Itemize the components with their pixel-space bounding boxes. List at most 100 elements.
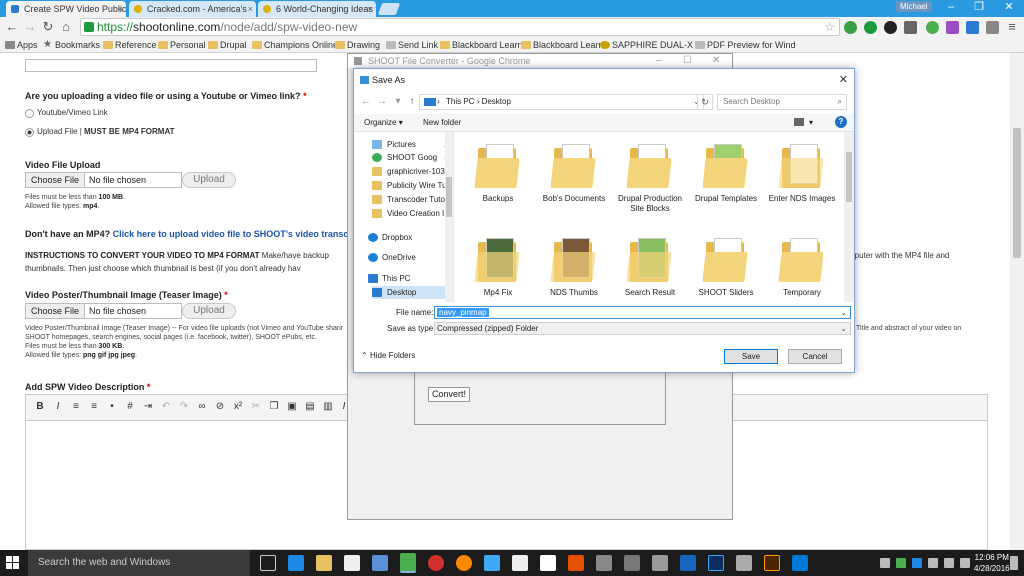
tab-close-icon[interactable]: × — [248, 1, 253, 17]
restore-icon[interactable]: ❐ — [964, 0, 994, 17]
address-path[interactable]: › This PC › Desktop ⌄ — [419, 94, 704, 110]
folder-backups[interactable]: Backups — [463, 144, 533, 204]
new-folder-button[interactable]: New folder — [423, 114, 461, 132]
italic-icon[interactable]: I — [52, 401, 64, 413]
indent-icon[interactable]: ⇥ — [142, 401, 154, 413]
file-explorer-icon[interactable] — [316, 555, 332, 571]
scrollbar-thumb[interactable] — [846, 152, 852, 202]
app-icon[interactable] — [736, 555, 752, 571]
undo-icon[interactable]: ↶ — [160, 401, 172, 413]
bookmark-blackboard-1[interactable]: Blackboard Learn — [440, 37, 523, 53]
minimize-icon[interactable]: – — [656, 54, 662, 68]
maximize-icon[interactable]: ☐ — [683, 54, 692, 68]
tab-create-spw-video[interactable]: Create SPW Video Publicit × — [6, 1, 126, 17]
app-icon[interactable] — [624, 555, 640, 571]
close-icon[interactable]: ✕ — [712, 54, 720, 68]
search-desktop-input[interactable]: Search Desktop ⌕ — [717, 94, 847, 110]
paste-text-icon[interactable]: ▤ — [304, 401, 316, 413]
notifications-icon[interactable] — [1010, 556, 1018, 570]
task-view-icon[interactable] — [260, 555, 276, 571]
app-icon[interactable] — [568, 555, 584, 571]
poster-file-input[interactable]: Choose File No file chosen — [25, 303, 182, 319]
nav-pictures[interactable]: Pictures📌 — [372, 138, 453, 151]
app-icon[interactable] — [596, 555, 612, 571]
network-icon[interactable] — [928, 558, 938, 568]
window-close-icon[interactable]: ✕ — [994, 0, 1024, 17]
extension-icon[interactable] — [926, 21, 939, 34]
transcoder-link[interactable]: Click here to upload video file to SHOOT… — [113, 229, 360, 239]
unlink-icon[interactable]: ⊘ — [214, 401, 226, 413]
store-icon[interactable] — [344, 555, 360, 571]
title-input[interactable] — [25, 59, 317, 72]
organize-button[interactable]: Organize ▾ — [364, 114, 403, 132]
photoshop-icon[interactable] — [708, 555, 724, 571]
folder-drupal-templates[interactable]: Drupal Templates — [691, 144, 761, 204]
tray-icon[interactable] — [896, 558, 906, 568]
app-icon[interactable] — [680, 555, 696, 571]
folder-bobs-documents[interactable]: Bob's Documents — [539, 144, 609, 204]
taskbar-clock[interactable]: 12:06 PM 4/28/2016 — [974, 552, 1010, 574]
back-icon[interactable]: ← — [4, 19, 20, 35]
nav-scrollbar[interactable] — [445, 132, 453, 302]
nav-this-pc[interactable]: This PC — [354, 272, 436, 285]
bookmark-bookmarks[interactable]: ★ Bookmarks — [43, 37, 100, 53]
folder-mp4-fix[interactable]: Mp4 Fix — [463, 238, 533, 298]
cancel-button[interactable]: Cancel — [788, 349, 842, 364]
forward-icon[interactable]: → — [22, 19, 38, 35]
breadcrumb-this-pc[interactable]: This PC — [446, 97, 474, 106]
view-dropdown-icon[interactable]: ▾ — [809, 114, 813, 132]
address-bar[interactable]: https://shootonline.com/node/add/spw-vid… — [80, 18, 840, 36]
tab-world-changing-ideas[interactable]: 6 World-Changing Ideas t × — [258, 1, 376, 17]
refresh-icon[interactable]: ↻ — [697, 94, 713, 110]
scrollbar-thumb[interactable] — [1013, 128, 1021, 258]
scrollbar-thumb[interactable] — [446, 177, 452, 217]
link-icon[interactable]: ∞ — [196, 401, 208, 413]
home-icon[interactable]: ⌂ — [58, 19, 74, 35]
menu-icon[interactable]: ≡ — [1004, 19, 1020, 35]
app-icon[interactable] — [792, 555, 808, 571]
app-icon[interactable] — [512, 555, 528, 571]
illustrator-icon[interactable] — [764, 555, 780, 571]
windows-start-icon[interactable] — [6, 556, 20, 570]
bookmark-folder-personal[interactable]: Personal — [158, 37, 206, 53]
app-icon[interactable] — [540, 555, 556, 571]
hide-folders-button[interactable]: ⌃ Hide Folders — [361, 351, 415, 360]
bookmark-apps[interactable]: Apps — [5, 37, 38, 53]
chrome-taskbar-icon[interactable] — [400, 553, 416, 573]
opera-icon[interactable] — [428, 555, 444, 571]
folder-nds-thumbs[interactable]: NDS Thumbs — [539, 238, 609, 298]
numbered-list-icon[interactable]: # — [124, 401, 136, 413]
tab-close-icon[interactable]: × — [368, 1, 373, 17]
file-list-scrollbar[interactable] — [844, 132, 854, 302]
extension-icon[interactable] — [986, 21, 999, 34]
tab-cracked[interactable]: Cracked.com - America's × — [129, 1, 256, 17]
radio-upload-file[interactable]: Upload File | MUST BE MP4 FORMAT — [25, 127, 175, 137]
breadcrumb-desktop[interactable]: Desktop — [482, 97, 511, 106]
convert-button[interactable]: Convert! — [428, 387, 470, 402]
bookmark-folder-drupal[interactable]: Drupal — [208, 37, 247, 53]
folder-search-result[interactable]: Search Result — [615, 238, 685, 298]
cast-icon[interactable] — [904, 21, 917, 34]
extension-icon[interactable] — [864, 21, 877, 34]
bookmark-sapphire[interactable]: SAPPHIRE DUAL-X 10 — [600, 37, 706, 53]
bookmark-pdf-preview[interactable]: PDF Preview for Wind — [695, 37, 796, 53]
keyboard-icon[interactable] — [960, 558, 970, 568]
nav-dropbox[interactable]: Dropbox — [354, 231, 436, 244]
bookmark-blackboard-2[interactable]: Blackboard Learn — [521, 37, 604, 53]
chevron-down-icon[interactable]: ⌄ — [840, 307, 847, 318]
bold-icon[interactable]: B — [34, 401, 46, 413]
nav-publicity-wire[interactable]: Publicity Wire Tu — [372, 179, 453, 192]
redo-icon[interactable]: ↷ — [178, 401, 190, 413]
page-scrollbar[interactable] — [1010, 53, 1024, 550]
copy-icon[interactable]: ❐ — [268, 401, 280, 413]
video-upload-button[interactable]: Upload — [182, 172, 236, 188]
folder-temporary[interactable]: Temporary — [767, 238, 837, 298]
choose-file-button[interactable]: Choose File — [26, 173, 86, 187]
app-icon[interactable] — [652, 555, 668, 571]
poster-upload-button[interactable]: Upload — [182, 303, 236, 319]
extension-icon[interactable] — [946, 21, 959, 34]
extension-icon[interactable] — [884, 21, 897, 34]
view-options-icon[interactable] — [794, 118, 804, 126]
bullet-list-icon[interactable]: • — [106, 401, 118, 413]
back-arrow-icon[interactable]: ← — [360, 94, 372, 110]
